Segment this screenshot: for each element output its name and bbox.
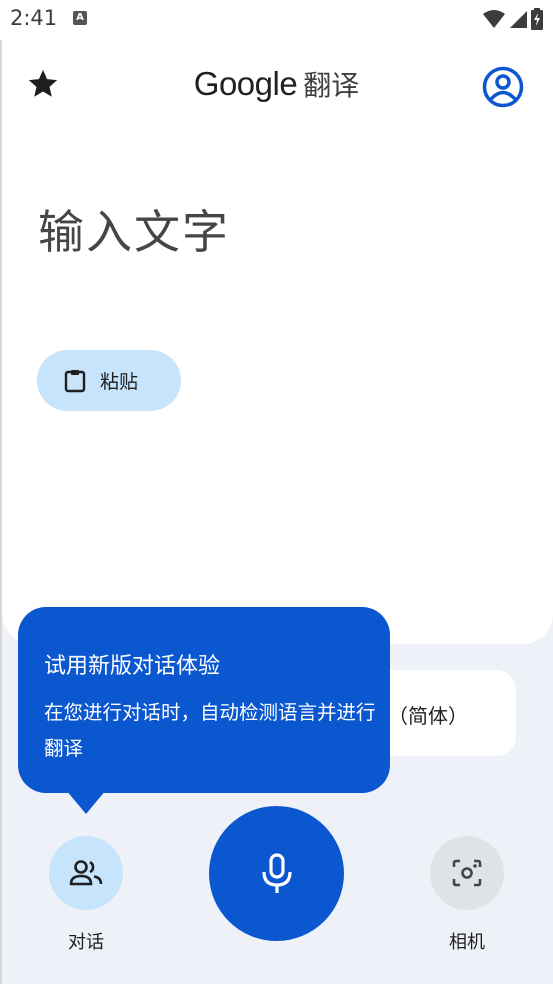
status-time: 2:41	[10, 6, 58, 30]
notification-icon: A	[73, 11, 87, 25]
camera-button[interactable]	[430, 836, 504, 910]
conversation-button[interactable]	[49, 836, 123, 910]
tooltip-title: 试用新版对话体验	[44, 654, 221, 679]
wifi-icon	[483, 10, 505, 28]
account-button[interactable]	[482, 66, 524, 108]
input-card	[2, 40, 553, 644]
paste-button[interactable]: 粘贴	[37, 350, 181, 411]
conversation-label: 对话	[68, 932, 104, 953]
people-icon	[69, 860, 103, 886]
tooltip-body: 在您进行对话时，自动检测语言并进行翻译	[44, 701, 376, 760]
conversation-tooltip[interactable]: 试用新版对话体验 在您进行对话时，自动检测语言并进行翻译	[18, 607, 390, 793]
source-text-input[interactable]: 输入文字	[38, 196, 230, 262]
tooltip-pointer	[66, 790, 106, 814]
account-icon	[482, 66, 524, 108]
status-icons	[483, 8, 543, 30]
status-bar: 2:41 A	[0, 0, 553, 40]
app-title-suffix: 翻译	[303, 69, 360, 102]
microphone-button[interactable]	[209, 806, 344, 941]
app-title: Google 翻译	[0, 64, 553, 104]
google-logo-text: Google	[193, 65, 298, 102]
battery-charging-icon	[531, 8, 543, 30]
camera-label: 相机	[449, 932, 485, 953]
microphone-icon	[261, 852, 292, 893]
camera-lens-icon	[452, 859, 482, 887]
paste-button-label: 粘贴	[100, 371, 139, 393]
clipboard-icon	[64, 369, 86, 392]
signal-icon	[510, 11, 527, 28]
